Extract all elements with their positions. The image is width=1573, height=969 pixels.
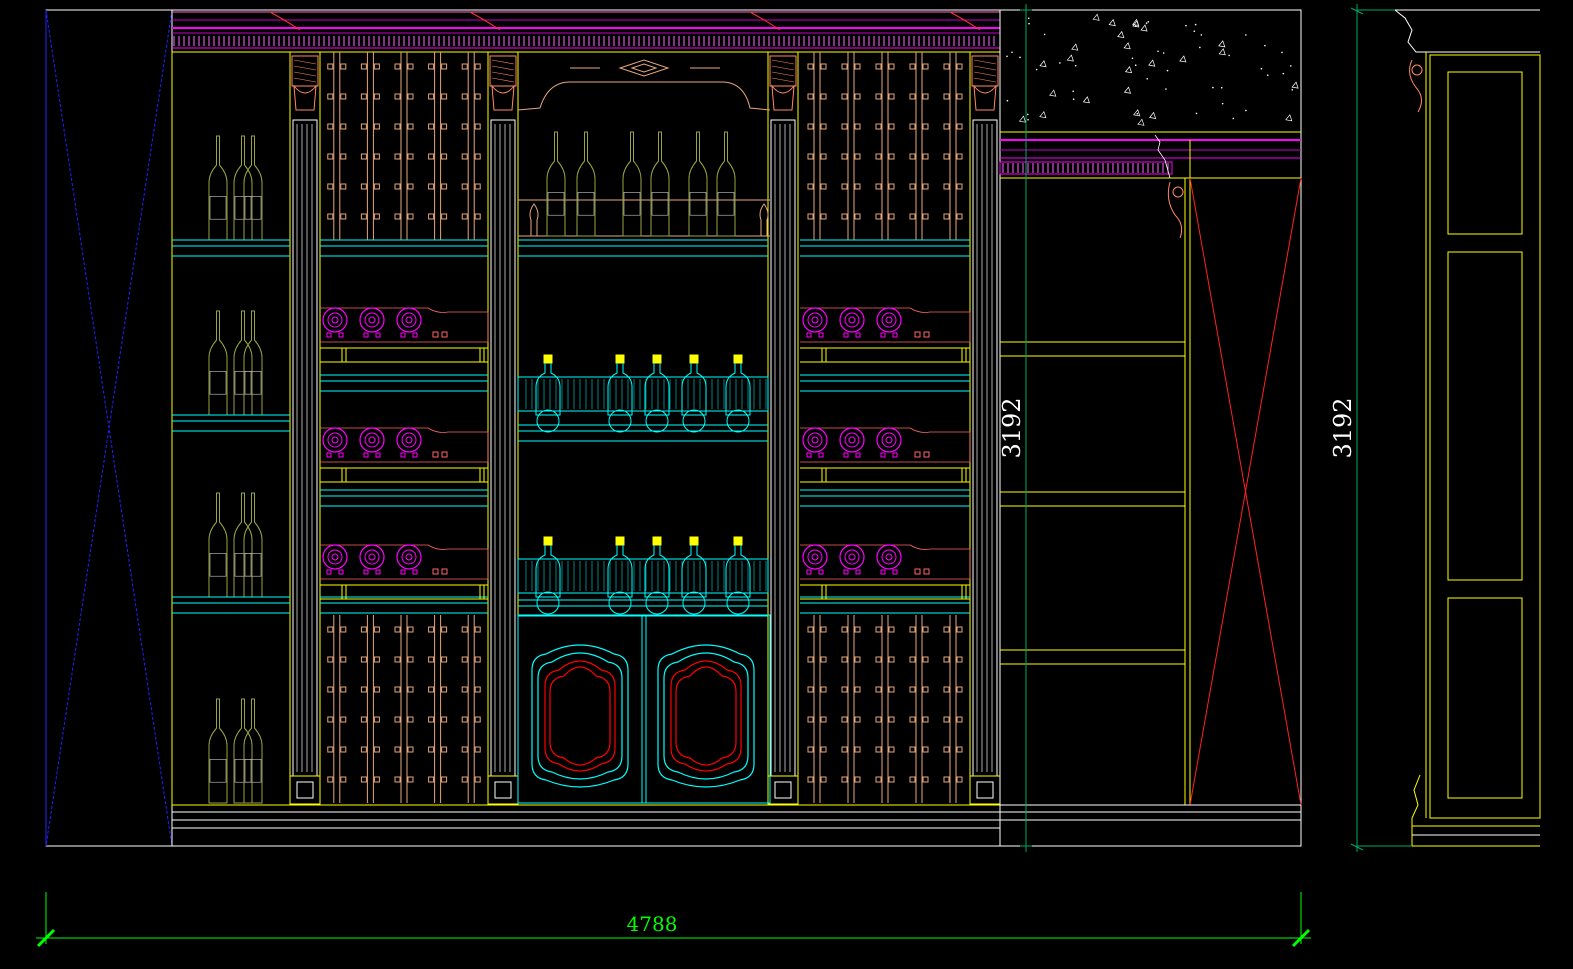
side-height-label: 3192 xyxy=(1329,397,1357,458)
cad-canvas: 4788 3192 3192 xyxy=(0,0,1573,964)
width-dimension-label: 4788 xyxy=(627,912,678,936)
wine-cabinet-elevation-drawing: 4788 3192 3192 xyxy=(0,0,1573,964)
front-height-label: 3192 xyxy=(998,397,1026,458)
